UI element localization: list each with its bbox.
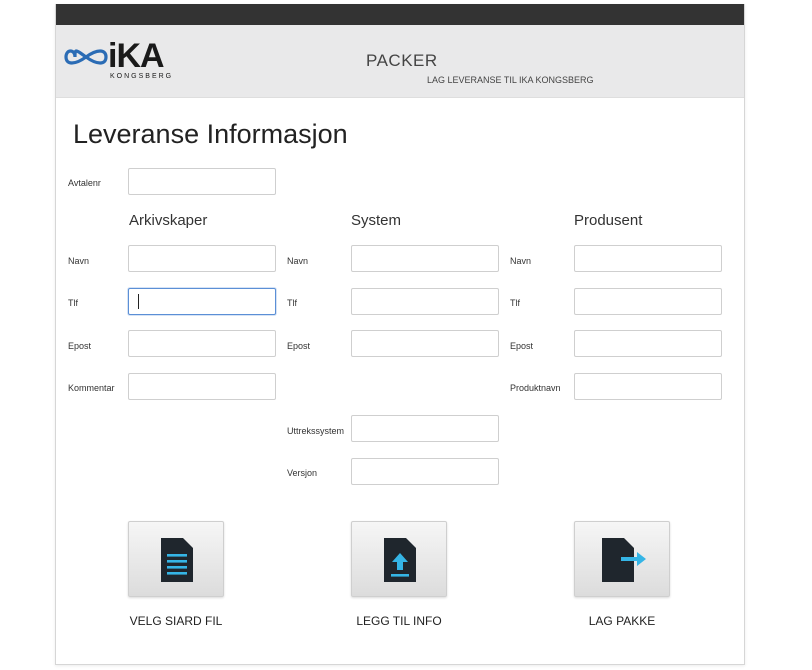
producer-email-label: Epost	[510, 341, 534, 351]
version-label: Versjon	[287, 468, 318, 478]
select-siard-file-button[interactable]	[128, 521, 224, 597]
page-title: Leveranse Informasjon	[73, 119, 348, 149]
create-package-label: LAG PAKKE	[588, 614, 656, 628]
app-window: iKA KONGSBERG PACKER LAG LEVERANSE TIL I…	[55, 4, 745, 665]
extraction-system-label: Uttrekssystem	[287, 426, 345, 436]
agreement-number-label: Avtalenr	[68, 178, 101, 188]
ika-logo: iKA KONGSBERG	[64, 39, 174, 83]
producer-name-label: Navn	[510, 256, 532, 266]
system-name-label: Navn	[287, 256, 309, 266]
producer-name-field[interactable]	[574, 245, 722, 272]
add-info-label: LEGG TIL INFO	[356, 614, 442, 628]
archive-creator-phone-label: Tlf	[68, 298, 78, 308]
product-name-field[interactable]	[574, 373, 722, 400]
producer-email-field[interactable]	[574, 330, 722, 357]
archive-creator-email-label: Epost	[68, 341, 92, 351]
agreement-number-field[interactable]	[128, 168, 276, 195]
archive-creator-phone-field[interactable]	[128, 288, 276, 315]
infinity-logo-icon	[64, 49, 108, 65]
system-name-field[interactable]	[351, 245, 499, 272]
add-info-button[interactable]	[351, 521, 447, 597]
window-titlebar	[56, 4, 744, 25]
create-package-button[interactable]	[574, 521, 670, 597]
system-email-label: Epost	[287, 341, 311, 351]
document-upload-icon	[384, 538, 416, 582]
logo-wordmark: iKA	[108, 37, 165, 75]
product-name-label: Produktnavn	[510, 383, 561, 393]
system-email-field[interactable]	[351, 330, 499, 357]
app-title: PACKER	[366, 51, 438, 70]
archive-creator-heading: Arkivskaper	[129, 212, 208, 229]
archive-creator-comment-label: Kommentar	[68, 383, 115, 393]
extraction-system-field[interactable]	[351, 415, 499, 442]
app-subtitle: LAG LEVERANSE TIL IKA KONGSBERG	[427, 75, 594, 85]
archive-creator-email-field[interactable]	[128, 330, 276, 357]
document-arrow-icon	[602, 538, 646, 582]
system-heading: System	[351, 212, 402, 229]
producer-phone-field[interactable]	[574, 288, 722, 315]
app-header: iKA KONGSBERG PACKER LAG LEVERANSE TIL I…	[56, 25, 744, 98]
system-phone-field[interactable]	[351, 288, 499, 315]
archive-creator-name-field[interactable]	[128, 245, 276, 272]
archive-creator-name-label: Navn	[68, 256, 90, 266]
text-caret	[138, 294, 139, 309]
producer-phone-label: Tlf	[510, 298, 520, 308]
producer-heading: Produsent	[574, 212, 643, 229]
logo-subtext: KONGSBERG	[110, 73, 174, 80]
system-phone-label: Tlf	[287, 298, 297, 308]
select-siard-file-label: VELG SIARD FIL	[129, 614, 223, 628]
archive-creator-comment-field[interactable]	[128, 373, 276, 400]
document-lines-icon	[161, 538, 193, 582]
version-field[interactable]	[351, 458, 499, 485]
